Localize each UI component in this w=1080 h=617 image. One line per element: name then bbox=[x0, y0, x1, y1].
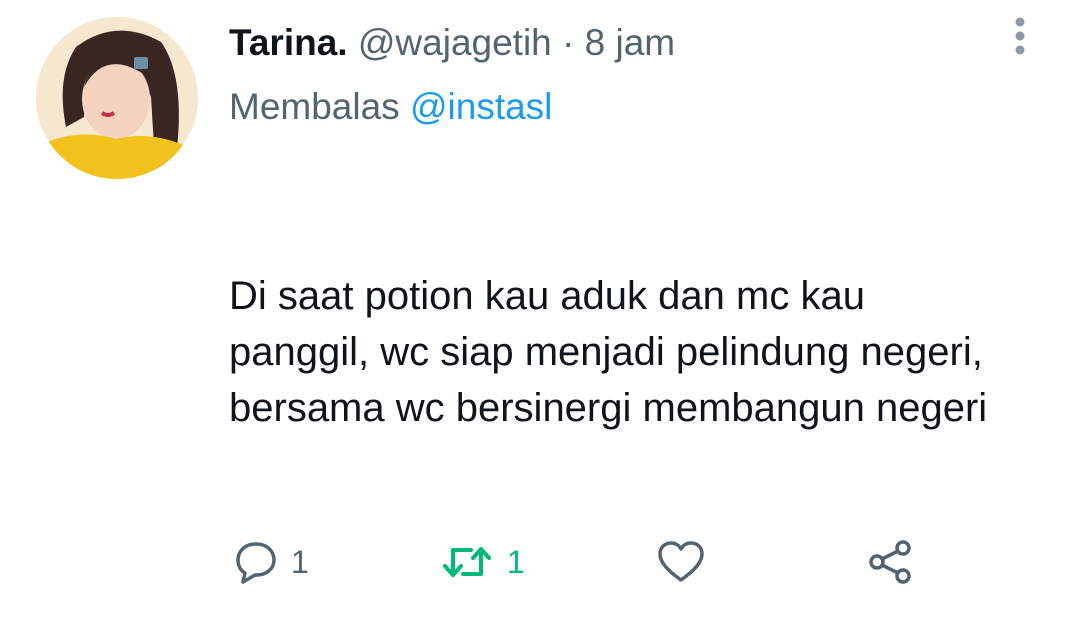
retweet-icon bbox=[443, 547, 491, 577]
author-name[interactable]: Tarina. bbox=[229, 22, 348, 63]
tweet-header: Tarina. @wajagetih · 8 jam bbox=[229, 20, 675, 66]
share-icon bbox=[869, 540, 911, 584]
retweet-button[interactable]: 1 bbox=[441, 534, 525, 590]
reply-context: Membalas @instasl bbox=[229, 84, 552, 130]
share-button[interactable] bbox=[867, 534, 915, 590]
reply-button[interactable]: 1 bbox=[235, 534, 309, 590]
tweet-text: Di saat potion kau aduk dan mc kau pangg… bbox=[229, 274, 988, 430]
avatar-image bbox=[36, 17, 198, 179]
like-button[interactable] bbox=[657, 534, 705, 590]
avatar[interactable] bbox=[36, 17, 198, 179]
more-options-button[interactable] bbox=[1004, 14, 1036, 62]
header-separator: · bbox=[562, 22, 575, 63]
tweet-timestamp[interactable]: 8 jam bbox=[585, 22, 675, 63]
reply-prefix: Membalas bbox=[229, 86, 400, 127]
author-handle[interactable]: @wajagetih bbox=[358, 22, 552, 63]
heart-icon bbox=[658, 541, 704, 582]
more-vertical-icon bbox=[1015, 17, 1025, 55]
tweet-actions: 1 1 bbox=[229, 534, 929, 590]
reply-mention-link[interactable]: @instasl bbox=[410, 86, 552, 127]
reply-count: 1 bbox=[291, 543, 309, 580]
retweet-count: 1 bbox=[507, 543, 525, 580]
reply-icon bbox=[236, 542, 276, 584]
